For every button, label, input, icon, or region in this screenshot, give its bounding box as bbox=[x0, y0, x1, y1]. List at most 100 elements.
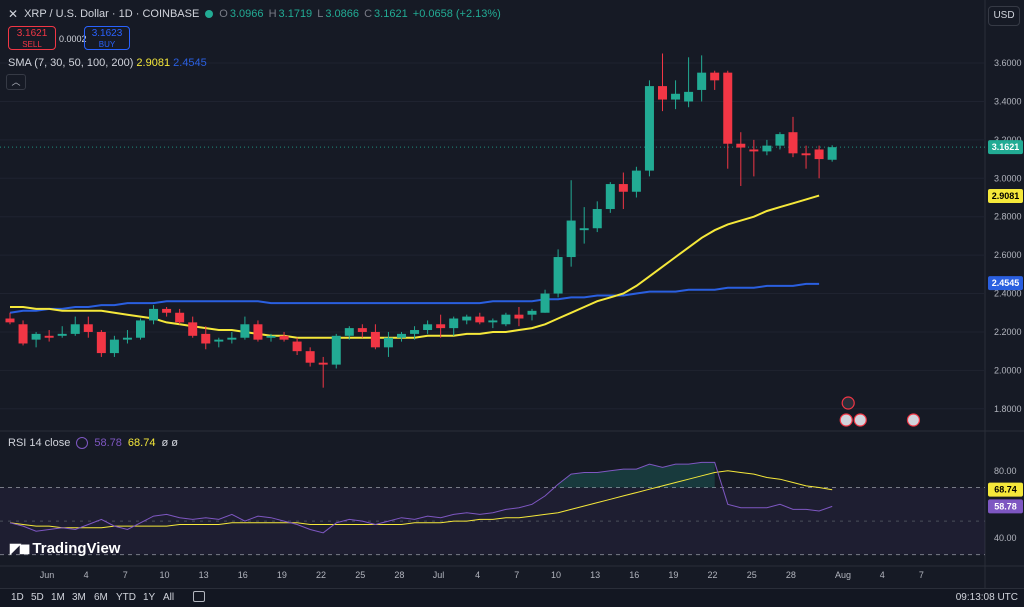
time-tick-label: 25 bbox=[747, 570, 757, 580]
candle-body bbox=[344, 328, 354, 336]
candle-body bbox=[175, 312, 185, 323]
low-value: 3.0866 bbox=[325, 8, 360, 20]
tradingview-logo-icon: ◤◼ bbox=[10, 540, 30, 556]
candle-body bbox=[618, 184, 628, 192]
candle-body bbox=[57, 333, 67, 336]
high-value: 3.1719 bbox=[278, 8, 313, 20]
candle-body bbox=[83, 324, 93, 332]
rsi-ma-value: 68.74 bbox=[127, 437, 156, 449]
candle-body bbox=[292, 341, 302, 352]
time-tick-label: Jul bbox=[433, 570, 445, 580]
rsi-ma-price-label-text: 68.74 bbox=[994, 485, 1017, 495]
buy-price: 3.1623 bbox=[91, 28, 123, 39]
candle-body bbox=[410, 330, 420, 334]
candle-body bbox=[122, 337, 132, 340]
candle bbox=[370, 324, 380, 350]
candle-body bbox=[723, 72, 733, 144]
sma-legend[interactable]: SMA (7, 30, 50, 100, 200) 2.9081 2.4545 bbox=[8, 57, 207, 69]
close-icon[interactable]: ✕ bbox=[8, 7, 18, 21]
chart-canvas[interactable]: 3.60003.40003.20003.00002.80002.60002.40… bbox=[0, 0, 1024, 588]
time-tick-label: Aug bbox=[835, 570, 851, 580]
time-tick-label: 10 bbox=[159, 570, 169, 580]
collapse-legend-icon[interactable]: ︿ bbox=[6, 74, 26, 90]
time-axis: Jun 4 7 10 13 16 19 22 25 28 Jul 4 7 10 13 16 19 22 25 28 Au… bbox=[40, 570, 924, 580]
range-1y[interactable]: 1Y bbox=[143, 592, 155, 603]
candle-body bbox=[475, 316, 485, 323]
time-tick-label: 22 bbox=[708, 570, 718, 580]
candle-body bbox=[488, 320, 498, 323]
rsi-panel-background bbox=[0, 487, 985, 556]
symbol-title[interactable]: XRP / U.S. Dollar · 1D · COINBASE bbox=[24, 8, 199, 20]
price-tick-label: 2.8000 bbox=[994, 212, 1022, 222]
time-tick-label: 16 bbox=[238, 570, 248, 580]
candle bbox=[710, 70, 720, 90]
candle bbox=[175, 308, 185, 325]
candle bbox=[462, 314, 472, 325]
candle bbox=[801, 145, 811, 169]
candle-body bbox=[31, 333, 41, 340]
time-tick-label: 7 bbox=[514, 570, 519, 580]
rsi-value: 58.78 bbox=[94, 437, 122, 449]
price-tick-label: 2.2000 bbox=[994, 327, 1022, 337]
time-tick-label: 13 bbox=[590, 570, 600, 580]
range-5d[interactable]: 5D bbox=[31, 592, 44, 603]
candle bbox=[357, 324, 367, 338]
candle-body bbox=[514, 314, 524, 319]
range-1d[interactable]: 1D bbox=[11, 592, 24, 603]
time-tick-label: 28 bbox=[786, 570, 796, 580]
time-tick-label: 4 bbox=[880, 570, 885, 580]
sma-blue-line bbox=[9, 282, 820, 314]
tradingview-logo[interactable]: ◤◼ TradingView bbox=[10, 540, 120, 557]
candle bbox=[553, 249, 563, 298]
candle-body bbox=[279, 335, 289, 340]
candle-body bbox=[527, 310, 537, 315]
candle bbox=[31, 331, 41, 348]
candle bbox=[227, 331, 237, 344]
candle-body bbox=[749, 149, 759, 152]
candle bbox=[449, 316, 459, 336]
range-ytd[interactable]: YTD bbox=[116, 592, 136, 603]
candle-body bbox=[109, 339, 119, 354]
candle bbox=[318, 356, 328, 388]
candle-body bbox=[710, 72, 720, 81]
range-6m[interactable]: 6M bbox=[94, 592, 108, 603]
range-3m[interactable]: 3M bbox=[72, 592, 86, 603]
candle bbox=[436, 314, 446, 338]
price-tick-label: 3.6000 bbox=[994, 58, 1022, 68]
candle-body bbox=[162, 308, 172, 313]
open-value: 3.0966 bbox=[229, 8, 264, 20]
us-flag-event-icon bbox=[853, 413, 867, 427]
lightning-event-icon bbox=[841, 396, 855, 410]
rsi-legend[interactable]: RSI 14 close 58.78 68.74 ø ø bbox=[8, 437, 178, 449]
currency-selector[interactable]: USD bbox=[988, 6, 1020, 26]
sell-button[interactable]: 3.1621 SELL bbox=[8, 26, 56, 50]
candle-body bbox=[266, 335, 276, 338]
buy-button[interactable]: 3.1623 BUY bbox=[84, 26, 130, 50]
candle-body bbox=[383, 337, 393, 348]
candle bbox=[762, 139, 772, 156]
candle bbox=[658, 53, 667, 112]
range-1m[interactable]: 1M bbox=[51, 592, 65, 603]
candle-body bbox=[436, 324, 446, 329]
candle-body bbox=[671, 93, 681, 100]
sma-blue-price-label-text: 2.4545 bbox=[992, 278, 1020, 288]
sma-value-yellow: 2.9081 bbox=[136, 57, 171, 69]
bottom-toolbar: 1D 5D 1M 3M 6M YTD 1Y All 09:13:08 UTC bbox=[0, 588, 1024, 607]
indicator-icon bbox=[76, 437, 89, 449]
candle bbox=[240, 316, 250, 340]
candle-body bbox=[201, 333, 211, 344]
candle-body bbox=[397, 333, 406, 338]
candle bbox=[70, 316, 80, 336]
candle-body bbox=[697, 72, 707, 90]
range-all[interactable]: All bbox=[163, 592, 174, 603]
candle bbox=[188, 316, 198, 338]
calendar-icon[interactable] bbox=[193, 591, 205, 602]
candle-body bbox=[318, 362, 328, 365]
candle-body bbox=[827, 147, 837, 160]
candle-body bbox=[579, 228, 589, 231]
rsi-price-label-text: 58.78 bbox=[994, 501, 1017, 511]
candle bbox=[305, 347, 315, 367]
candle-body bbox=[96, 331, 106, 354]
sma-yellow-price-label: 2.9081 bbox=[988, 188, 1023, 203]
candle bbox=[136, 318, 145, 340]
